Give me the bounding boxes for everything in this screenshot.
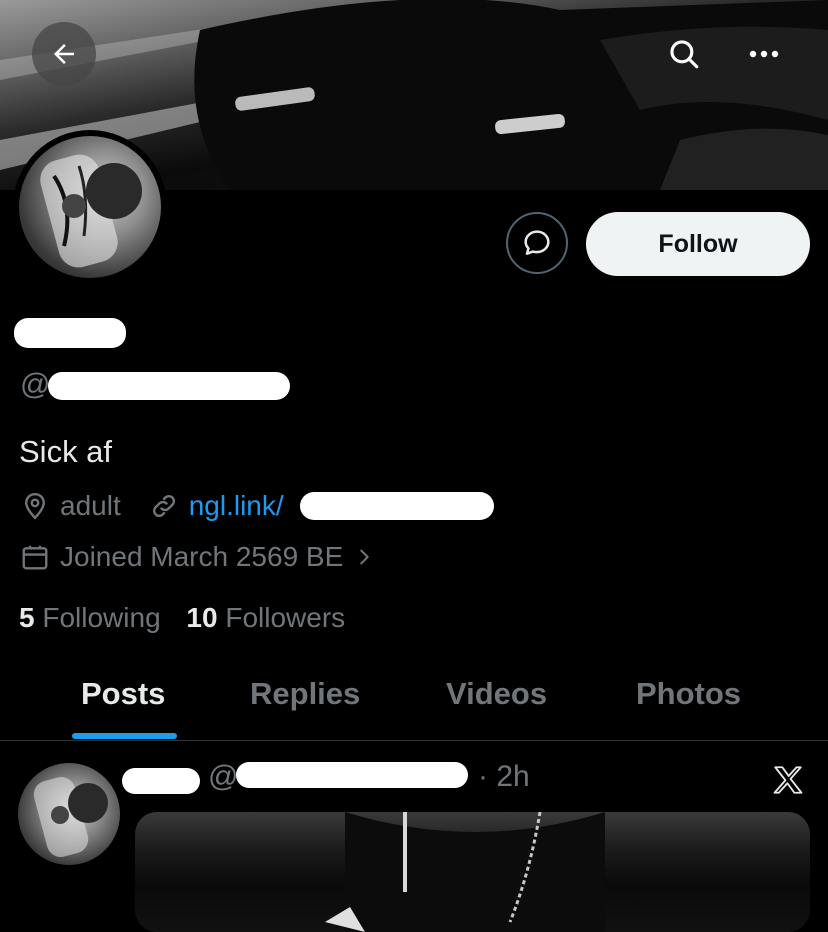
followers-label: Followers bbox=[225, 602, 346, 633]
x-logo-icon bbox=[773, 766, 803, 794]
back-button[interactable] bbox=[32, 22, 96, 86]
joined-date: Joined March 2569 BE bbox=[60, 541, 344, 572]
location-pin-icon bbox=[25, 492, 45, 520]
post-source-button[interactable] bbox=[764, 756, 812, 804]
profile-location: adult bbox=[60, 490, 121, 521]
post-name-redacted bbox=[122, 768, 200, 794]
more-button[interactable] bbox=[740, 30, 788, 78]
profile-link[interactable]: ngl.link/ bbox=[189, 490, 284, 522]
tab-posts[interactable]: Posts bbox=[81, 676, 165, 712]
tab-replies[interactable]: Replies bbox=[250, 676, 360, 712]
profile-avatar[interactable] bbox=[13, 130, 167, 284]
handle-redacted bbox=[48, 372, 290, 400]
active-tab-indicator bbox=[72, 733, 177, 739]
following-count: 5 bbox=[19, 602, 35, 633]
more-horizontal-icon bbox=[749, 50, 779, 58]
message-bubble-icon bbox=[524, 230, 550, 255]
link-icon bbox=[152, 494, 175, 518]
profile-handle-prefix: @ bbox=[20, 368, 51, 401]
post-timestamp: · 2h bbox=[478, 760, 530, 793]
post-avatar[interactable] bbox=[18, 763, 120, 865]
followers-count: 10 bbox=[186, 602, 218, 633]
search-button[interactable] bbox=[660, 30, 708, 78]
avatar-image bbox=[19, 136, 161, 278]
following-label: Following bbox=[42, 602, 161, 633]
chevron-right-icon bbox=[360, 549, 369, 565]
post-media-image[interactable] bbox=[135, 812, 810, 932]
followers-link[interactable]: 10 Followers bbox=[186, 602, 345, 633]
arrow-left-icon bbox=[54, 44, 74, 64]
tab-photos[interactable]: Photos bbox=[636, 676, 741, 712]
profile-meta-row: adult ngl.link/ bbox=[20, 490, 284, 522]
follow-button[interactable]: Follow bbox=[586, 212, 810, 276]
following-link[interactable]: 5 Following bbox=[19, 602, 161, 633]
link-redacted bbox=[300, 492, 494, 520]
message-button[interactable] bbox=[506, 212, 568, 274]
post-handle-redacted bbox=[236, 762, 468, 788]
search-icon bbox=[670, 40, 699, 69]
profile-bio: Sick af bbox=[19, 434, 113, 469]
calendar-icon bbox=[22, 545, 48, 570]
display-name-redacted bbox=[14, 318, 126, 348]
tab-videos[interactable]: Videos bbox=[446, 676, 547, 712]
follow-counts: 5 Following 10 Followers bbox=[19, 602, 345, 634]
joined-row[interactable]: Joined March 2569 BE bbox=[20, 541, 385, 573]
post-handle-prefix: @ bbox=[208, 760, 239, 793]
profile-tabs: Posts Replies Videos Photos bbox=[0, 660, 828, 741]
